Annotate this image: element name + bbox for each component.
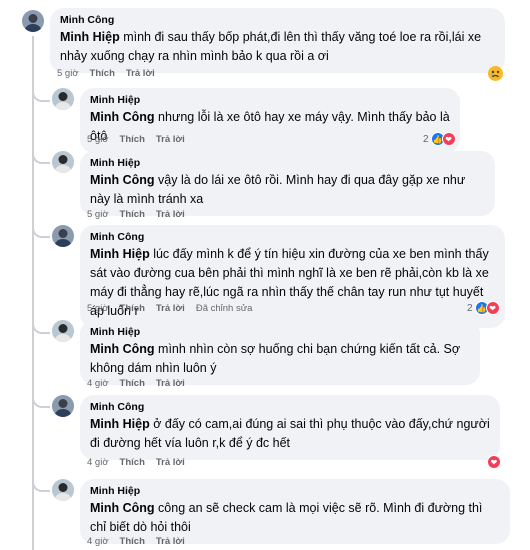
mention-link[interactable]: Minh Công — [90, 173, 155, 187]
comment-bubble: Minh Công Minh Hiệp mình đi sau thấy bốp… — [50, 8, 505, 73]
comment-author[interactable]: Minh Công — [90, 400, 490, 415]
comment-text: Minh Hiệp mình đi sau thấy bốp phát,đi l… — [60, 28, 495, 66]
reply-button[interactable]: Trả lời — [126, 68, 155, 79]
love-icon: ❤ — [485, 301, 500, 315]
like-button[interactable]: Thích — [90, 68, 115, 79]
comment-actions: 5 giờ Thích Trả lời — [57, 68, 166, 79]
edited-label[interactable]: Đã chỉnh sửa — [196, 303, 253, 314]
reply-button[interactable]: Trả lời — [156, 134, 185, 145]
like-button[interactable]: Thích — [120, 209, 145, 220]
avatar[interactable] — [52, 395, 74, 417]
avatar[interactable] — [52, 88, 74, 110]
sad-face-icon[interactable] — [488, 66, 503, 81]
thread-elbow — [32, 86, 50, 102]
avatar[interactable] — [52, 479, 74, 501]
comment-actions: 5 giờ Thích Trả lời Đã chỉnh sửa — [87, 303, 263, 314]
mention-link[interactable]: Minh Công — [90, 501, 155, 515]
reply-button[interactable]: Trả lời — [156, 303, 185, 314]
avatar[interactable] — [52, 320, 74, 342]
mention-link[interactable]: Minh Công — [90, 110, 155, 124]
mention-link[interactable]: Minh Công — [90, 342, 155, 356]
comment-bubble: Minh Hiệp Minh Công vậy là do lái xe ôtô… — [80, 151, 495, 216]
comment-time[interactable]: 4 giờ — [87, 457, 109, 468]
reply-button[interactable]: Trả lời — [156, 536, 185, 547]
comment-body: mình đi sau thấy bốp phát,đi lên thì thấ… — [60, 30, 482, 63]
reaction-summary[interactable]: ❤ — [487, 455, 501, 469]
comment-actions: 4 giờ Thích Trả lời — [87, 457, 196, 468]
thread-line — [32, 36, 34, 550]
like-button[interactable]: Thích — [120, 536, 145, 547]
avatar[interactable] — [22, 10, 44, 32]
comment-bubble: Minh Hiệp Minh Công mình nhìn còn sợ huố… — [80, 320, 480, 385]
comment-author[interactable]: Minh Công — [90, 230, 495, 245]
comment-bubble: Minh Hiệp Minh Công công an sẽ check cam… — [80, 479, 510, 544]
comment-time[interactable]: 5 giờ — [57, 68, 79, 79]
comment-actions: 4 giờ Thích Trả lời — [87, 536, 196, 547]
mention-link[interactable]: Minh Hiệp — [60, 30, 120, 44]
comment-text: Minh Công vậy là do lái xe ôtô rồi. Mình… — [90, 171, 485, 209]
mention-link[interactable]: Minh Hiệp — [90, 417, 150, 431]
reaction-count: 2 — [467, 302, 473, 314]
like-button[interactable]: Thích — [120, 134, 145, 145]
reply-button[interactable]: Trả lời — [156, 457, 185, 468]
comment-text: Minh Hiệp ở đấy có cam,ai đúng ai sai th… — [90, 415, 490, 453]
avatar[interactable] — [52, 151, 74, 173]
like-button[interactable]: Thích — [120, 303, 145, 314]
reaction-summary[interactable]: 2 👍 ❤ — [423, 132, 456, 146]
comment-actions: 4 giờ Thích Trả lời — [87, 378, 196, 389]
reaction-count: 2 — [423, 133, 429, 145]
comment-time[interactable]: 4 giờ — [87, 378, 109, 389]
comment-actions: 5 giờ Thích Trả lời — [87, 134, 196, 145]
comment-body: ở đấy có cam,ai đúng ai sai thì phụ thuộ… — [90, 417, 490, 450]
thread-elbow — [32, 318, 50, 334]
comment-author[interactable]: Minh Hiệp — [90, 325, 470, 340]
like-button[interactable]: Thích — [120, 378, 145, 389]
comment-text: Minh Công mình nhìn còn sợ huống chi bạn… — [90, 340, 470, 378]
comment-author[interactable]: Minh Công — [60, 13, 495, 28]
comment-time[interactable]: 5 giờ — [87, 209, 109, 220]
thread-elbow — [32, 476, 50, 492]
comment-author[interactable]: Minh Hiệp — [90, 484, 500, 499]
mention-link[interactable]: Minh Hiệp — [90, 247, 150, 261]
like-button[interactable]: Thích — [120, 457, 145, 468]
comment-actions: 5 giờ Thích Trả lời — [87, 209, 196, 220]
thread-elbow — [32, 392, 50, 408]
comment-time[interactable]: 5 giờ — [87, 134, 109, 145]
comment-time[interactable]: 4 giờ — [87, 536, 109, 547]
reaction-summary[interactable]: 2 👍 ❤ — [467, 301, 500, 315]
comment-author[interactable]: Minh Hiệp — [90, 156, 485, 171]
reply-button[interactable]: Trả lời — [156, 378, 185, 389]
reply-button[interactable]: Trả lời — [156, 209, 185, 220]
thread-elbow — [32, 222, 50, 238]
avatar[interactable] — [52, 225, 74, 247]
comment-time[interactable]: 5 giờ — [87, 303, 109, 314]
love-icon: ❤ — [487, 455, 501, 469]
thread-elbow — [32, 148, 50, 164]
comment-bubble: Minh Công Minh Hiệp ở đấy có cam,ai đúng… — [80, 395, 500, 460]
comment-author[interactable]: Minh Hiệp — [90, 93, 450, 108]
comment-text: Minh Công công an sẽ check cam là mọi vi… — [90, 499, 500, 537]
love-icon: ❤ — [441, 132, 456, 146]
